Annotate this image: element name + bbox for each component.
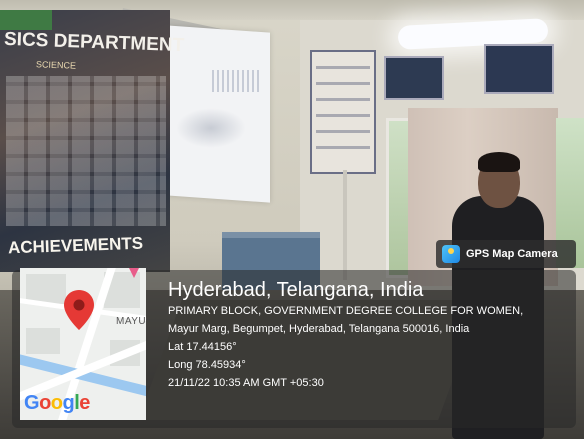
city-title: Hyderabad, Telangana, India (168, 279, 424, 301)
photo-scene: SICS DEPARTMENT SCIENCE ACHIEVEMENTS GPS… (0, 0, 584, 439)
longitude: Long 78.45934° (168, 359, 246, 371)
notice-board-right (484, 44, 554, 94)
poster-tag (0, 10, 52, 30)
notice-board-small (384, 56, 444, 100)
latitude: Lat 17.44156° (168, 341, 237, 353)
poster-photos (6, 76, 166, 226)
timestamp: 21/11/22 10:35 AM GMT +05:30 (168, 377, 324, 389)
location-map: MAYU Google (20, 268, 146, 420)
google-logo: Google (24, 392, 90, 414)
gps-map-camera-icon (442, 245, 460, 263)
gps-badge-label: GPS Map Camera (466, 248, 558, 260)
street-address: Mayur Marg, Begumpet, Hyderabad, Telanga… (168, 323, 470, 335)
location-details: Hyderabad, Telangana, India PRIMARY BLOC… (168, 278, 523, 392)
projected-image (176, 108, 246, 148)
speaker-hair (478, 152, 520, 172)
location-pin-icon (64, 290, 94, 330)
department-poster: SICS DEPARTMENT SCIENCE ACHIEVEMENTS (0, 10, 185, 272)
poster-footer: ACHIEVEMENTS (7, 233, 144, 258)
projected-text (212, 70, 262, 92)
poster-subtitle: SCIENCE (35, 59, 77, 71)
gps-map-camera-badge: GPS Map Camera (436, 240, 576, 268)
map-area-label: MAYU (116, 316, 146, 327)
poster-title: SICS DEPARTMENT (3, 28, 185, 57)
wall-pipe (343, 170, 347, 280)
notice-chart (310, 50, 376, 174)
place-name: PRIMARY BLOCK, GOVERNMENT DEGREE COLLEGE… (168, 305, 524, 317)
map-marker-small (129, 268, 139, 278)
